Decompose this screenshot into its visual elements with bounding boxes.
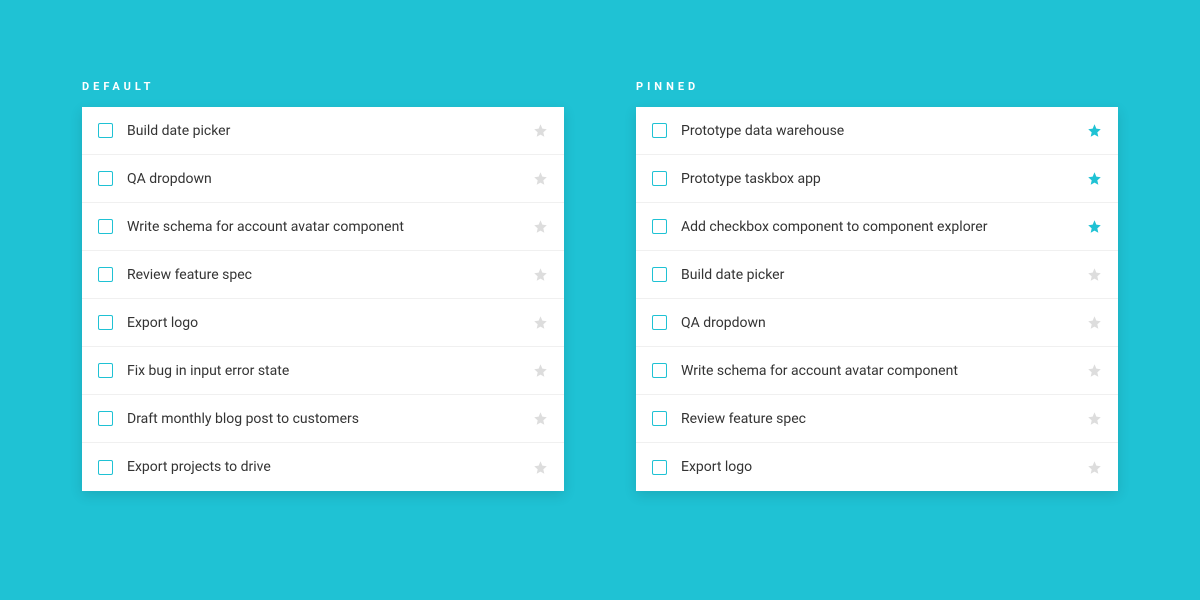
star-icon[interactable]	[1087, 219, 1102, 234]
list-item[interactable]: Prototype taskbox app	[636, 155, 1118, 203]
star-icon[interactable]	[1087, 411, 1102, 426]
task-list-pinned: Prototype data warehouse Prototype taskb…	[636, 107, 1118, 491]
task-label: Export projects to drive	[127, 459, 533, 475]
list-item[interactable]: Export logo	[82, 299, 564, 347]
star-icon[interactable]	[1087, 123, 1102, 138]
checkbox-icon[interactable]	[98, 171, 113, 186]
task-label: QA dropdown	[681, 315, 1087, 331]
star-icon[interactable]	[1087, 460, 1102, 475]
pinned-column: PINNED Prototype data warehouse Prototyp…	[636, 80, 1118, 600]
star-icon[interactable]	[533, 123, 548, 138]
checkbox-icon[interactable]	[652, 267, 667, 282]
list-item[interactable]: Prototype data warehouse	[636, 107, 1118, 155]
task-label: Write schema for account avatar componen…	[681, 363, 1087, 379]
list-item[interactable]: Build date picker	[82, 107, 564, 155]
task-label: Export logo	[681, 459, 1087, 475]
checkbox-icon[interactable]	[652, 171, 667, 186]
list-item[interactable]: Export logo	[636, 443, 1118, 491]
checkbox-icon[interactable]	[98, 267, 113, 282]
list-item[interactable]: Draft monthly blog post to customers	[82, 395, 564, 443]
checkbox-icon[interactable]	[98, 219, 113, 234]
list-item[interactable]: Build date picker	[636, 251, 1118, 299]
list-item[interactable]: Write schema for account avatar componen…	[636, 347, 1118, 395]
star-icon[interactable]	[1087, 363, 1102, 378]
list-item[interactable]: Write schema for account avatar componen…	[82, 203, 564, 251]
task-label: QA dropdown	[127, 171, 533, 187]
task-label: Review feature spec	[127, 267, 533, 283]
checkbox-icon[interactable]	[652, 411, 667, 426]
checkbox-icon[interactable]	[98, 460, 113, 475]
task-label: Fix bug in input error state	[127, 363, 533, 379]
list-item[interactable]: Export projects to drive	[82, 443, 564, 491]
star-icon[interactable]	[1087, 315, 1102, 330]
list-item[interactable]: Fix bug in input error state	[82, 347, 564, 395]
default-column: DEFAULT Build date picker QA dropdown Wr…	[82, 80, 564, 600]
checkbox-icon[interactable]	[98, 363, 113, 378]
checkbox-icon[interactable]	[652, 315, 667, 330]
task-label: Build date picker	[681, 267, 1087, 283]
checkbox-icon[interactable]	[98, 123, 113, 138]
checkbox-icon[interactable]	[98, 411, 113, 426]
task-label: Review feature spec	[681, 411, 1087, 427]
checkbox-icon[interactable]	[652, 460, 667, 475]
list-item[interactable]: QA dropdown	[82, 155, 564, 203]
task-label: Prototype taskbox app	[681, 171, 1087, 187]
task-list-default: Build date picker QA dropdown Write sche…	[82, 107, 564, 491]
star-icon[interactable]	[533, 171, 548, 186]
task-label: Draft monthly blog post to customers	[127, 411, 533, 427]
task-label: Add checkbox component to component expl…	[681, 219, 1087, 235]
star-icon[interactable]	[533, 219, 548, 234]
star-icon[interactable]	[533, 267, 548, 282]
star-icon[interactable]	[533, 363, 548, 378]
checkbox-icon[interactable]	[652, 363, 667, 378]
checkbox-icon[interactable]	[652, 123, 667, 138]
list-item[interactable]: Review feature spec	[636, 395, 1118, 443]
star-icon[interactable]	[1087, 171, 1102, 186]
list-item[interactable]: Add checkbox component to component expl…	[636, 203, 1118, 251]
column-title: DEFAULT	[82, 80, 564, 93]
star-icon[interactable]	[533, 460, 548, 475]
star-icon[interactable]	[533, 315, 548, 330]
checkbox-icon[interactable]	[652, 219, 667, 234]
column-title: PINNED	[636, 80, 1118, 93]
task-label: Prototype data warehouse	[681, 123, 1087, 139]
list-item[interactable]: Review feature spec	[82, 251, 564, 299]
list-item[interactable]: QA dropdown	[636, 299, 1118, 347]
task-label: Export logo	[127, 315, 533, 331]
task-label: Build date picker	[127, 123, 533, 139]
task-label: Write schema for account avatar componen…	[127, 219, 533, 235]
star-icon[interactable]	[533, 411, 548, 426]
star-icon[interactable]	[1087, 267, 1102, 282]
checkbox-icon[interactable]	[98, 315, 113, 330]
